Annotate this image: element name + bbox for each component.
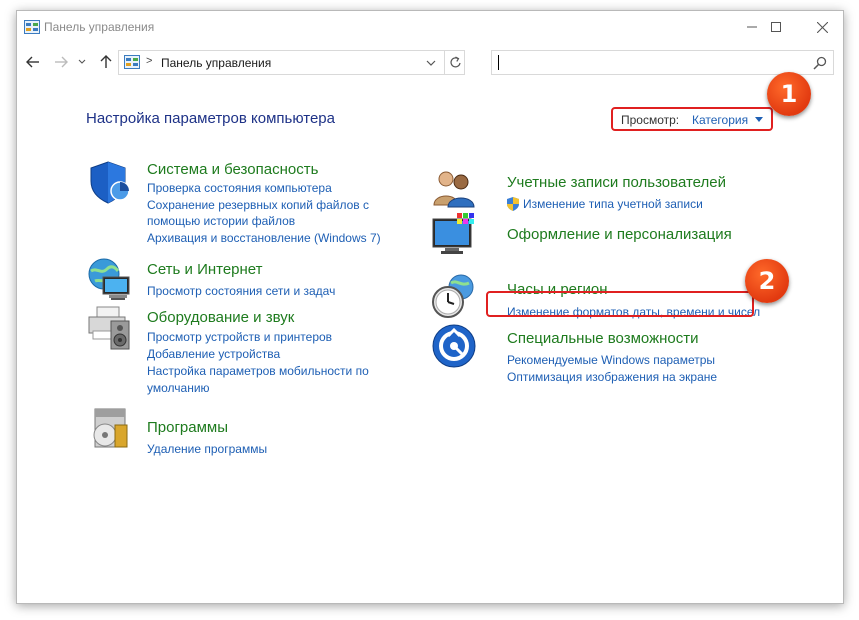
title-bar: Панель управления <box>17 11 843 43</box>
category-title[interactable]: Оформление и персонализация <box>507 226 732 243</box>
control-panel-window: Панель управления > Панель управления На… <box>16 10 844 604</box>
back-button[interactable] <box>24 53 42 71</box>
view-by-label: Просмотр: <box>621 113 680 127</box>
category-link[interactable]: Добавление устройства <box>147 346 280 363</box>
category-title[interactable]: Специальные возможности <box>507 330 699 347</box>
category-link[interactable]: Просмотр состояния сети и задач <box>147 283 335 300</box>
close-button[interactable] <box>799 11 845 43</box>
view-by-selector[interactable]: Просмотр: Категория <box>611 107 773 131</box>
control-panel-icon <box>24 20 40 34</box>
step-badge: 1 <box>767 72 811 116</box>
window-title: Панель управления <box>44 20 155 34</box>
printer-speaker-icon <box>88 306 130 350</box>
category-link[interactable]: помощью истории файлов <box>147 213 295 230</box>
category-link[interactable]: Просмотр устройств и принтеров <box>147 329 332 346</box>
breadcrumb-separator[interactable]: > <box>146 55 152 67</box>
category-link[interactable]: Удаление программы <box>147 441 267 458</box>
navigation-bar: > Панель управления <box>17 45 843 79</box>
refresh-button[interactable] <box>444 51 466 74</box>
page-title: Настройка параметров компьютера <box>86 110 335 127</box>
maximize-button[interactable] <box>753 11 799 43</box>
accessibility-icon <box>432 324 476 368</box>
uac-shield-icon <box>507 197 519 211</box>
category-link[interactable]: Оптимизация изображения на экране <box>507 369 717 386</box>
maximize-icon <box>771 22 781 32</box>
category-title[interactable]: Сеть и Интернет <box>147 261 263 278</box>
chevron-down-icon <box>78 59 86 64</box>
clock-globe-icon <box>432 274 474 318</box>
category-link[interactable]: Изменение типа учетной записи <box>523 196 703 213</box>
category-link[interactable]: Сохранение резервных копий файлов с <box>147 197 369 214</box>
monitor-palette-icon <box>432 213 474 254</box>
up-button[interactable] <box>97 53 115 71</box>
dropdown-arrow-icon[interactable] <box>755 117 763 122</box>
control-panel-icon <box>124 55 140 69</box>
search-input[interactable] <box>491 50 834 75</box>
programs-disc-icon <box>93 408 128 448</box>
category-title[interactable]: Система и безопасность <box>147 161 318 178</box>
category-link[interactable]: Рекомендуемые Windows параметры <box>507 352 715 369</box>
category-title[interactable]: Учетные записи пользователей <box>507 174 726 191</box>
refresh-icon <box>449 56 461 68</box>
recent-locations-button[interactable] <box>76 53 88 71</box>
view-by-dropdown[interactable]: Категория <box>692 113 748 127</box>
breadcrumb[interactable]: Панель управления <box>161 56 271 70</box>
category-link[interactable]: умолчанию <box>147 380 210 397</box>
forward-button[interactable] <box>52 53 70 71</box>
address-bar[interactable]: > Панель управления <box>118 50 465 75</box>
highlight-frame <box>486 291 754 317</box>
step-badge: 2 <box>745 259 789 303</box>
arrow-up-icon <box>100 55 112 68</box>
close-icon <box>816 21 828 33</box>
category-link[interactable]: Настройка параметров мобильности по <box>147 363 369 380</box>
shield-icon <box>90 161 130 204</box>
category-link[interactable]: Архивация и восстановление (Windows 7) <box>147 230 381 247</box>
text-caret <box>498 55 499 70</box>
arrow-right-icon <box>55 56 68 68</box>
chevron-down-icon[interactable] <box>425 58 437 68</box>
search-icon[interactable] <box>813 56 827 70</box>
network-globe-icon <box>88 258 130 300</box>
category-link[interactable]: Проверка состояния компьютера <box>147 180 332 197</box>
category-title[interactable]: Программы <box>147 419 228 436</box>
category-title[interactable]: Оборудование и звук <box>147 309 294 326</box>
users-icon <box>433 171 475 208</box>
arrow-left-icon <box>26 56 39 68</box>
